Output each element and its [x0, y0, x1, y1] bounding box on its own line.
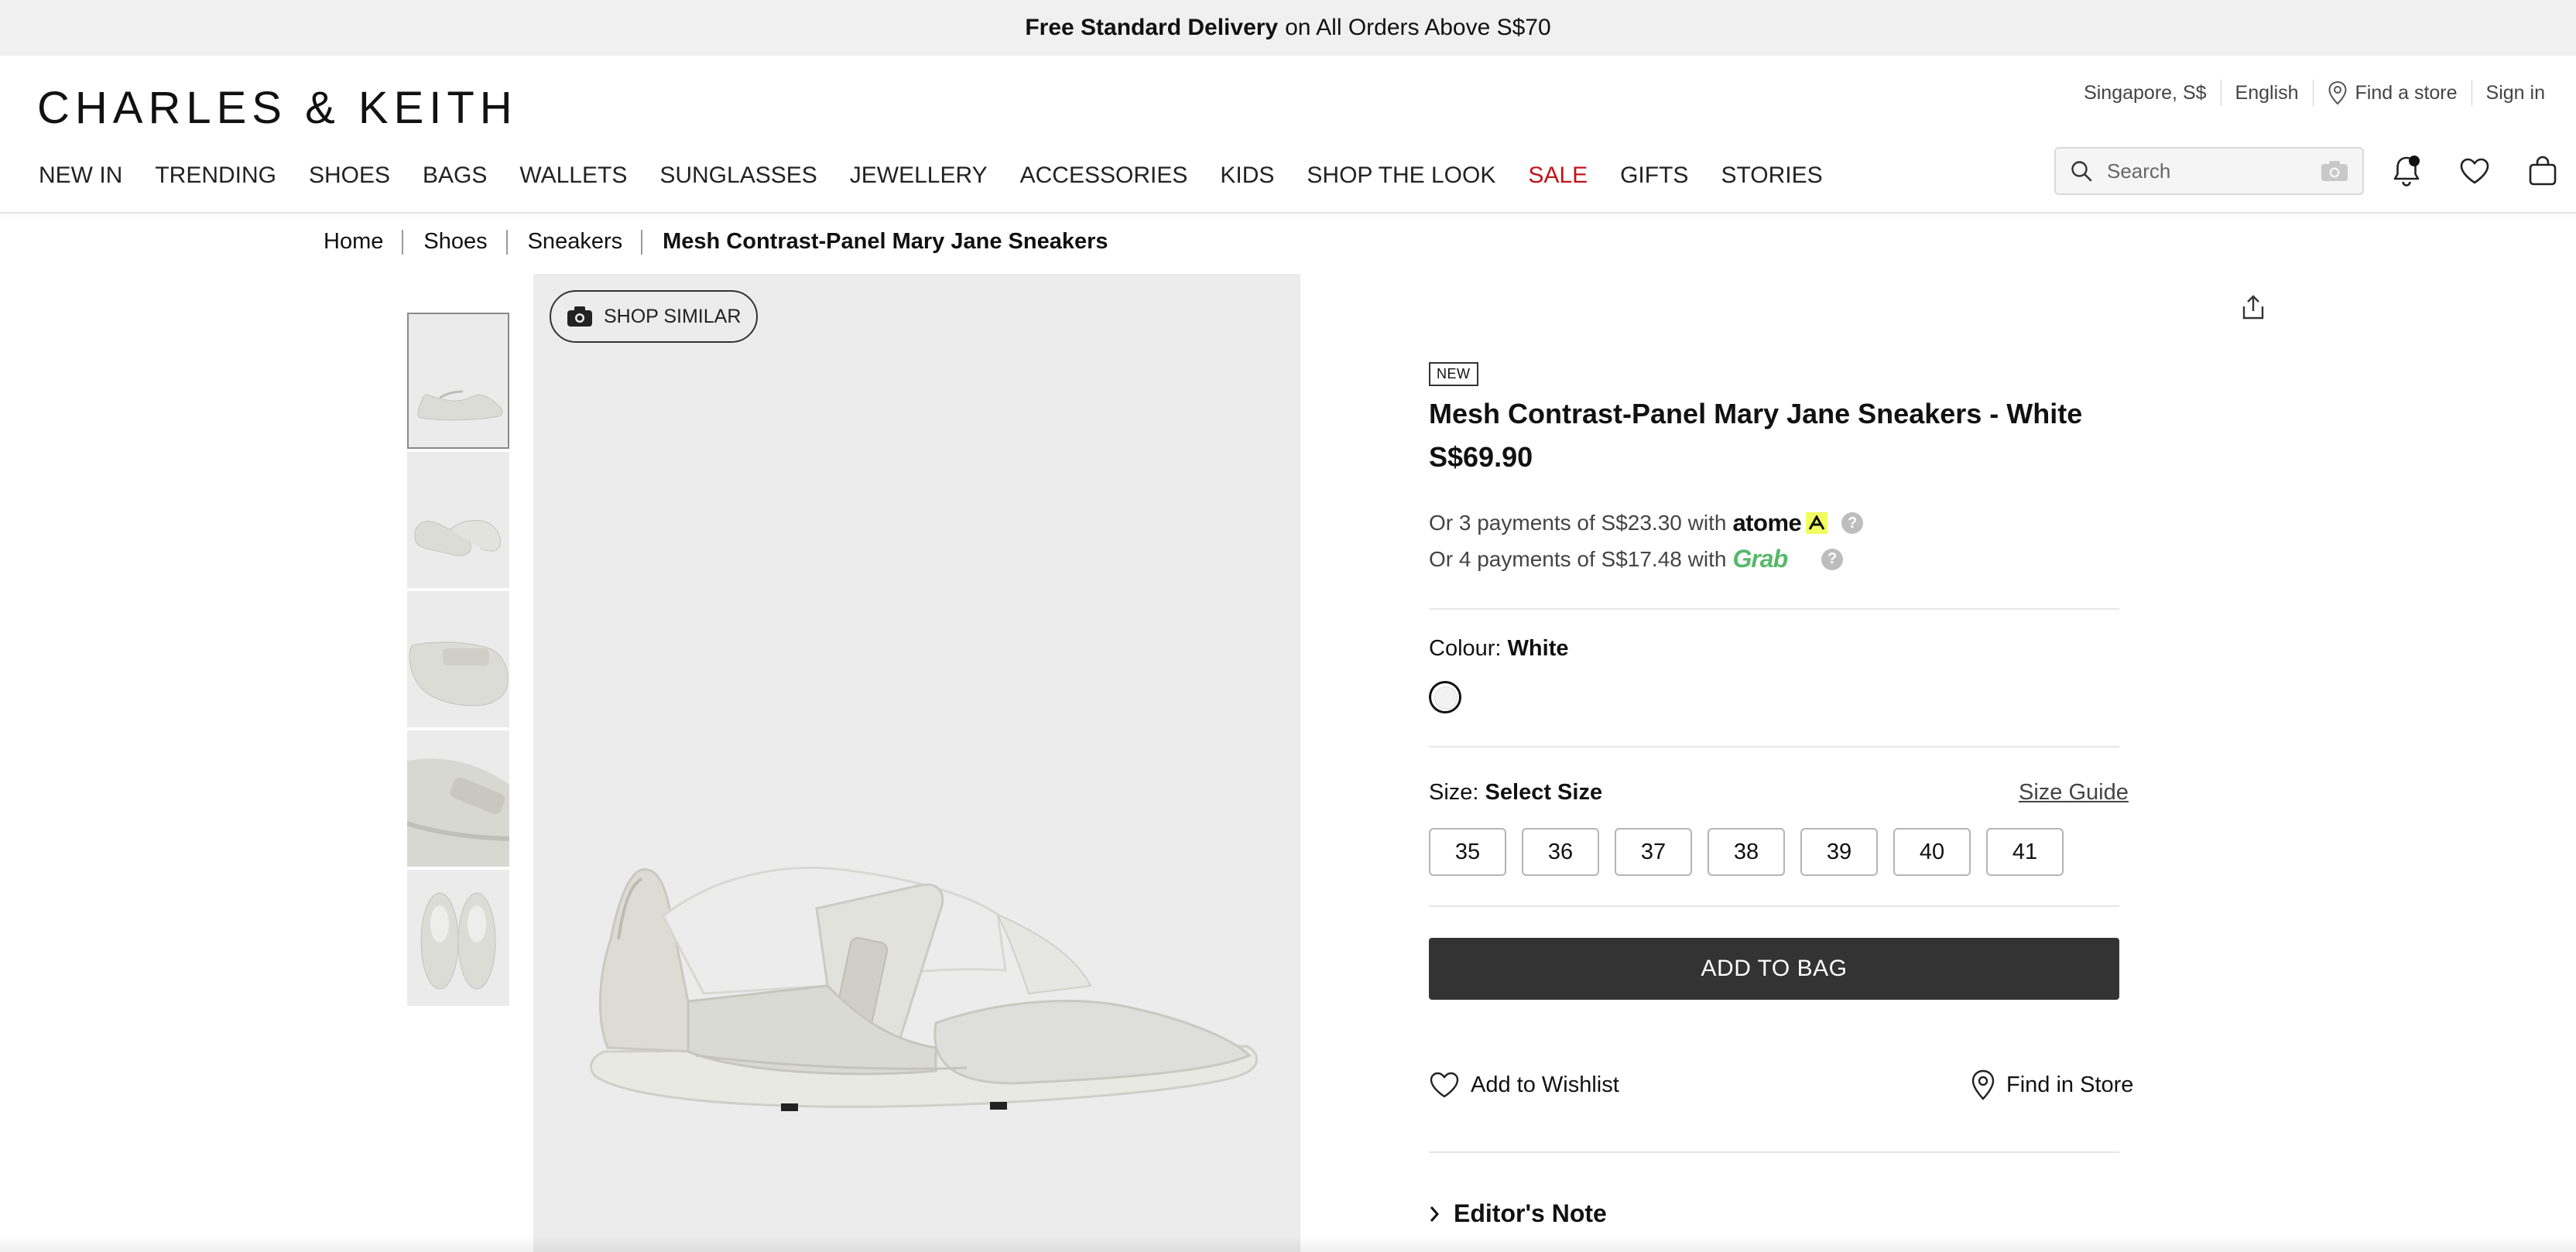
- heart-icon: [1430, 1072, 1459, 1098]
- product-main-image[interactable]: SHOP SIMILAR: [533, 274, 1300, 1252]
- find-in-store-button[interactable]: Find in Store: [1971, 1069, 2133, 1100]
- size-value: Select Size: [1485, 780, 1603, 805]
- brand-logo[interactable]: CHARLES & KEITH: [37, 82, 518, 134]
- size-option-37[interactable]: 37: [1615, 828, 1692, 876]
- chevron-right-icon: [1430, 1206, 1440, 1222]
- nav-item-new-in[interactable]: NEW IN: [39, 162, 122, 189]
- product-thumbnail[interactable]: [407, 313, 509, 449]
- wishlist-heart-icon[interactable]: [2457, 153, 2492, 189]
- breadcrumb-separator: [402, 229, 404, 255]
- section-divider: [1429, 905, 2119, 907]
- product-price: S$69.90: [1429, 441, 1533, 473]
- camera-search-icon[interactable]: [2321, 160, 2348, 182]
- promo-text: on All Orders Above S$70: [1285, 15, 1551, 40]
- shopping-bag-icon[interactable]: [2525, 153, 2561, 189]
- find-a-store-link[interactable]: Find a store: [2328, 80, 2458, 105]
- search-placeholder: Search: [2107, 159, 2171, 183]
- promo-bold-text: Free Standard Delivery: [1025, 15, 1279, 40]
- breadcrumb-home[interactable]: Home: [324, 229, 383, 255]
- nav-item-shop-the-look[interactable]: SHOP THE LOOK: [1307, 162, 1495, 189]
- editors-note-label: Editor's Note: [1454, 1199, 1607, 1227]
- add-to-bag-button[interactable]: ADD TO BAG: [1429, 938, 2119, 1000]
- section-divider: [1429, 608, 2119, 610]
- thumbnail-list: [407, 313, 509, 1009]
- breadcrumb-sneakers[interactable]: Sneakers: [528, 229, 623, 255]
- breadcrumb-current: Mesh Contrast-Panel Mary Jane Sneakers: [663, 229, 1108, 254]
- size-option-41[interactable]: 41: [1986, 828, 2064, 876]
- nav-item-trending[interactable]: TRENDING: [155, 162, 276, 189]
- size-guide-link[interactable]: Size Guide: [2019, 780, 2129, 806]
- sneaker-illustration: [590, 867, 1258, 1111]
- product-thumbnail[interactable]: [407, 452, 509, 588]
- size-options: 35 36 37 38 39 40 41: [1429, 828, 2064, 876]
- size-label: Size: Select Size: [1429, 780, 1602, 806]
- location-pin-icon: [2328, 80, 2347, 105]
- promo-banner: Free Standard Delivery on All Orders Abo…: [0, 0, 2576, 56]
- nav-item-kids[interactable]: KIDS: [1220, 162, 1274, 189]
- grab-installment-text: Or 4 payments of S$17.48 with: [1429, 546, 1727, 571]
- notification-dot: [2409, 156, 2420, 166]
- section-divider: [1429, 1151, 2119, 1153]
- search-icon: [2071, 161, 2092, 182]
- grab-logo: Grab: [1732, 545, 1788, 573]
- nav-item-bags[interactable]: BAGS: [423, 162, 487, 189]
- grab-info-icon[interactable]: ?: [1821, 548, 1844, 570]
- colour-swatch-white[interactable]: [1429, 681, 1461, 713]
- find-a-store-label: Find a store: [2355, 81, 2458, 104]
- atome-logo: atome: [1732, 509, 1802, 536]
- section-divider: [1429, 746, 2119, 747]
- header-icons: [2389, 153, 2561, 189]
- atome-mark-icon: [1806, 512, 1828, 534]
- add-to-wishlist-label: Add to Wishlist: [1471, 1072, 1619, 1097]
- product-title: Mesh Contrast-Panel Mary Jane Sneakers -…: [1429, 398, 2083, 429]
- nav-item-jewellery[interactable]: JEWELLERY: [850, 162, 988, 189]
- main-nav: NEW IN TRENDING SHOES BAGS WALLETS SUNGL…: [39, 162, 1855, 189]
- location-pin-icon: [1971, 1069, 1995, 1100]
- nav-item-gifts[interactable]: GIFTS: [1620, 162, 1688, 189]
- nav-item-wallets[interactable]: WALLETS: [519, 162, 627, 189]
- grab-installment: Or 4 payments of S$17.48 with Grab ?: [1429, 545, 1844, 573]
- divider: [2312, 80, 2314, 106]
- size-option-38[interactable]: 38: [1708, 828, 1785, 876]
- new-badge: NEW: [1429, 362, 1478, 386]
- breadcrumb-separator: [505, 229, 508, 255]
- nav-item-sale[interactable]: SALE: [1528, 162, 1588, 189]
- breadcrumb-separator: [641, 229, 643, 255]
- region-selector[interactable]: Singapore, S$: [2084, 82, 2206, 104]
- product-thumbnail[interactable]: [407, 730, 509, 867]
- sign-in-link[interactable]: Sign in: [2486, 82, 2545, 104]
- header-divider: [0, 212, 2576, 214]
- atome-info-icon[interactable]: ?: [1841, 512, 1864, 534]
- product-thumbnail[interactable]: [407, 870, 509, 1006]
- size-option-35[interactable]: 35: [1429, 828, 1506, 876]
- nav-item-shoes[interactable]: SHOES: [309, 162, 390, 189]
- language-selector[interactable]: English: [2235, 82, 2299, 104]
- size-label-text: Size:: [1429, 780, 1479, 805]
- atome-installment: Or 3 payments of S$23.30 with atome ?: [1429, 509, 1864, 537]
- colour-label: Colour: White: [1429, 636, 1569, 662]
- notification-bell-icon[interactable]: [2389, 153, 2424, 189]
- utility-links: Singapore, S$ English Find a store Sign …: [2084, 79, 2545, 107]
- size-option-39[interactable]: 39: [1800, 828, 1878, 876]
- find-in-store-label: Find in Store: [2006, 1072, 2134, 1097]
- breadcrumb: Home Shoes Sneakers Mesh Contrast-Panel …: [324, 229, 1108, 255]
- share-icon[interactable]: [2240, 294, 2266, 326]
- editors-note-accordion[interactable]: Editor's Note: [1429, 1199, 1607, 1228]
- atome-installment-text: Or 3 payments of S$23.30 with: [1429, 511, 1727, 535]
- nav-item-sunglasses[interactable]: SUNGLASSES: [659, 162, 817, 189]
- add-to-wishlist-button[interactable]: Add to Wishlist: [1429, 1071, 1619, 1099]
- size-option-36[interactable]: 36: [1522, 828, 1599, 876]
- colour-label-text: Colour:: [1429, 636, 1502, 661]
- nav-item-accessories[interactable]: ACCESSORIES: [1020, 162, 1188, 189]
- search-input[interactable]: Search: [2054, 147, 2364, 195]
- nav-item-stories[interactable]: STORIES: [1721, 162, 1822, 189]
- size-option-40[interactable]: 40: [1893, 828, 1971, 876]
- product-thumbnail[interactable]: [407, 591, 509, 727]
- breadcrumb-shoes[interactable]: Shoes: [423, 229, 487, 255]
- colour-value: White: [1507, 636, 1569, 661]
